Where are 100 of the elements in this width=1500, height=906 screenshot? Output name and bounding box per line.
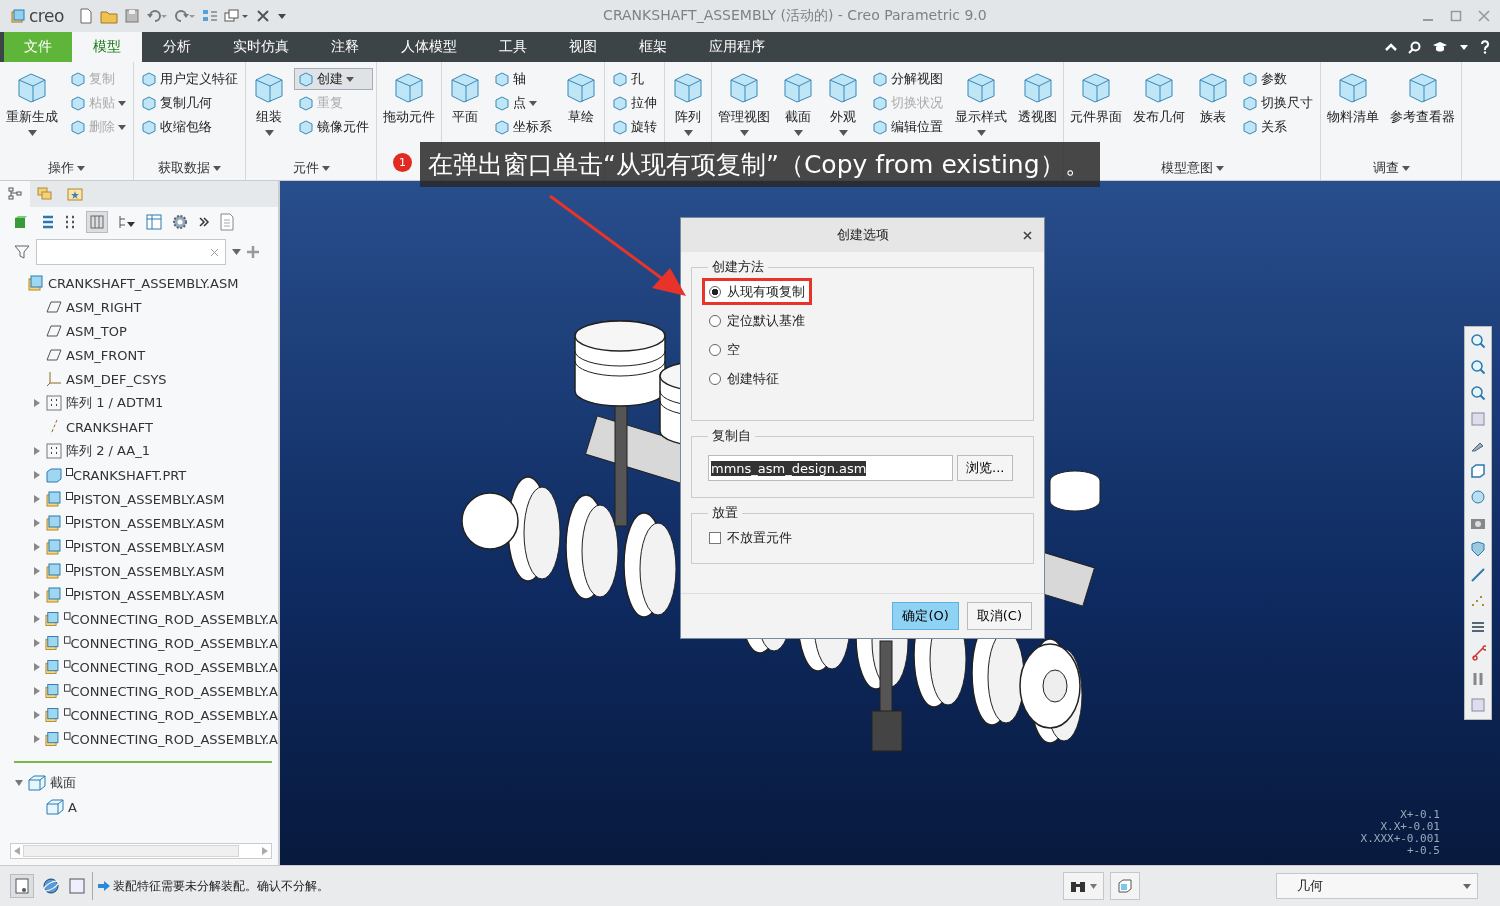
table-icon[interactable] xyxy=(146,214,162,230)
ribbon-tab[interactable]: 应用程序 xyxy=(688,32,786,62)
tree-item[interactable]: CONNECTING_ROD_ASSEMBLY.A xyxy=(70,635,278,651)
ribbon-button[interactable]: 用户定义特征 xyxy=(137,68,242,90)
expander-icon[interactable] xyxy=(32,735,41,743)
find-button[interactable] xyxy=(1063,872,1104,900)
selection-box-button[interactable] xyxy=(1110,872,1140,900)
ribbon-button[interactable]: 旋转 xyxy=(608,116,661,138)
radio-option[interactable]: 空 xyxy=(702,336,747,363)
ribbon-tab[interactable]: 实时仿真 xyxy=(212,32,310,62)
new-file-icon[interactable] xyxy=(77,8,94,24)
tree-item[interactable]: CRANKSHAFT xyxy=(66,419,153,435)
square-icon[interactable] xyxy=(1470,411,1486,427)
slash-icon[interactable] xyxy=(1470,567,1486,583)
tree-item[interactable]: PISTON_ASSEMBLY.ASM xyxy=(73,515,225,531)
close-icon[interactable] xyxy=(1023,231,1032,240)
tree-item[interactable]: ASM_FRONT xyxy=(66,347,146,363)
ribbon-button[interactable]: 显示样式 xyxy=(952,66,1010,138)
tree-item[interactable]: CONNECTING_ROD_ASSEMBLY.A xyxy=(70,659,278,675)
group-menu[interactable]: 调查 xyxy=(1366,156,1416,180)
radio-option[interactable]: 从现有项复制 xyxy=(702,278,812,305)
expander-icon[interactable] xyxy=(32,639,41,647)
ribbon-tab[interactable]: 注释 xyxy=(310,32,380,62)
ribbon-tab[interactable]: 视图 xyxy=(548,32,618,62)
group-menu[interactable]: 获取数据 xyxy=(152,156,227,180)
radio-button[interactable] xyxy=(709,314,721,327)
ribbon-button[interactable]: 坐标系 xyxy=(490,116,556,138)
ribbon-button[interactable]: 收缩包络 xyxy=(137,116,242,138)
maximize-icon[interactable] xyxy=(1450,10,1462,22)
group-menu[interactable]: 操作 xyxy=(42,156,91,180)
tree-item[interactable]: CONNECTING_ROD_ASSEMBLY.A xyxy=(70,611,278,627)
panel-toggle-icon[interactable] xyxy=(10,874,34,898)
search-field[interactable] xyxy=(36,239,226,265)
expander-icon[interactable] xyxy=(32,711,41,719)
ribbon-button[interactable]: 组装 xyxy=(249,66,289,138)
ribbon-button[interactable]: 创建 xyxy=(294,68,373,90)
expander-icon[interactable] xyxy=(33,399,41,407)
expander-icon[interactable] xyxy=(33,591,41,599)
expander-icon[interactable] xyxy=(32,615,41,623)
radio-button[interactable] xyxy=(709,285,721,298)
undo-icon[interactable] xyxy=(145,8,168,24)
filter-icon[interactable] xyxy=(14,244,30,260)
ribbon-button[interactable]: 参数 xyxy=(1238,68,1317,90)
expander-icon[interactable] xyxy=(33,567,41,575)
tree-item[interactable]: CONNECTING_ROD_ASSEMBLY.A xyxy=(70,707,278,723)
expander-icon[interactable] xyxy=(33,471,41,479)
document-icon[interactable] xyxy=(220,213,234,231)
dialog-button[interactable]: 确定(O) xyxy=(892,602,959,630)
ribbon-button[interactable]: 点 xyxy=(490,92,556,114)
ribbon-button[interactable]: 轴 xyxy=(490,68,556,90)
part-icon[interactable] xyxy=(14,215,28,229)
zoom-icon[interactable] xyxy=(1470,359,1486,375)
tree-item[interactable]: 截面 xyxy=(50,774,76,792)
search-icon[interactable] xyxy=(1408,40,1421,54)
expander-icon[interactable] xyxy=(33,495,41,503)
expander-icon[interactable] xyxy=(33,519,41,527)
plus-icon[interactable] xyxy=(247,246,259,258)
ribbon-tab[interactable]: 模型 xyxy=(72,32,142,62)
ribbon-button[interactable]: 平面 xyxy=(445,66,485,128)
radio-button[interactable] xyxy=(709,372,721,385)
ribbon-button[interactable]: 阵列 xyxy=(668,66,708,138)
help-icon[interactable] xyxy=(1480,40,1490,54)
radio-button[interactable] xyxy=(709,343,721,356)
gear-icon[interactable] xyxy=(172,214,188,230)
scroll-left-icon[interactable] xyxy=(14,847,20,855)
ribbon-button[interactable]: 发布几何 xyxy=(1130,66,1188,128)
ribbon-tab[interactable]: 工具 xyxy=(478,32,548,62)
square-icon[interactable] xyxy=(68,877,86,895)
tree-item[interactable]: 阵列 1 / ADTM1 xyxy=(66,394,164,412)
folder-icon[interactable] xyxy=(99,8,118,24)
ribbon-button[interactable]: 复制几何 xyxy=(137,92,242,114)
ribbon-button[interactable]: 草绘 xyxy=(561,66,601,128)
ribbon-button[interactable]: 编辑位置 xyxy=(868,116,947,138)
ribbon-button[interactable]: 孔 xyxy=(608,68,661,90)
list-icon[interactable] xyxy=(64,214,76,230)
scroll-right-icon[interactable] xyxy=(262,847,268,855)
tree-item[interactable]: A xyxy=(68,799,77,815)
ribbon-button[interactable]: 重新生成 xyxy=(3,66,61,138)
tree-item[interactable]: PISTON_ASSEMBLY.ASM xyxy=(73,587,225,603)
ribbon-button[interactable]: 关系 xyxy=(1238,116,1317,138)
ribbon-button[interactable]: 切换尺寸 xyxy=(1238,92,1317,114)
ribbon-button[interactable]: 外观 xyxy=(823,66,863,138)
tree-item[interactable]: PISTON_ASSEMBLY.ASM xyxy=(73,539,225,555)
globe-icon[interactable] xyxy=(42,877,60,895)
scrollbar-thumb[interactable] xyxy=(23,845,239,857)
radio-option[interactable]: 创建特征 xyxy=(702,365,786,392)
zoom-icon[interactable] xyxy=(1470,385,1486,401)
tree-item[interactable]: ASM_RIGHT xyxy=(66,299,142,315)
square-icon[interactable] xyxy=(1470,697,1486,713)
ribbon-tab[interactable]: 人体模型 xyxy=(380,32,478,62)
columns-icon[interactable] xyxy=(86,211,108,233)
ribbon-button[interactable]: 透视图 xyxy=(1015,66,1060,128)
ribbon-button[interactable]: 元件界面 xyxy=(1067,66,1125,128)
tree-item[interactable]: CRANKSHAFT_ASSEMBLY.ASM xyxy=(48,275,239,291)
save-icon[interactable] xyxy=(123,8,140,24)
zoom-icon[interactable] xyxy=(1470,333,1486,349)
tree-item[interactable]: ASM_TOP xyxy=(66,323,127,339)
tree-item[interactable]: CRANKSHAFT.PRT xyxy=(73,467,187,483)
checkbox-option[interactable]: 不放置元件 xyxy=(702,524,799,551)
sphere-icon[interactable] xyxy=(1470,489,1486,505)
